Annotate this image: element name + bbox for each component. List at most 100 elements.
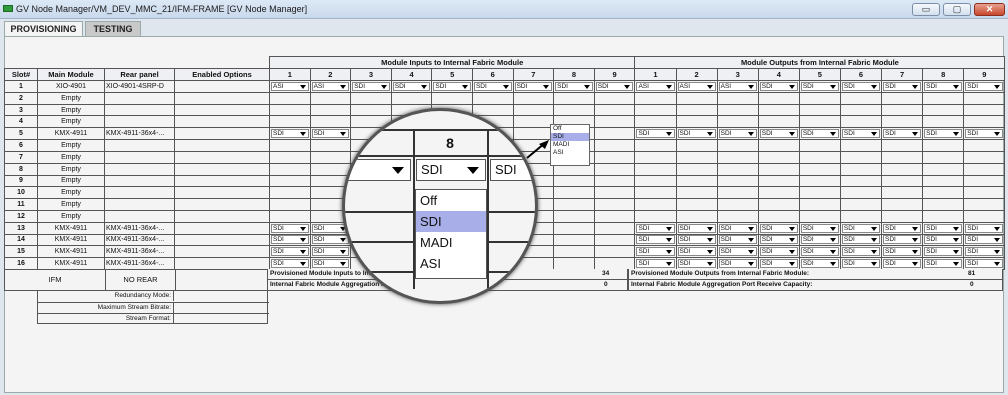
output-select[interactable]: SDI: [718, 223, 757, 233]
output-select[interactable]: SDI: [924, 247, 963, 257]
magnified-select-right[interactable]: SDI: [490, 159, 535, 181]
output-select[interactable]: SDI: [841, 247, 881, 257]
input-cell: [553, 257, 595, 270]
magnified-option[interactable]: Off: [416, 190, 486, 211]
output-select[interactable]: SDI: [841, 235, 881, 245]
enabled-options: [174, 139, 270, 152]
input-8-dropdown-list[interactable]: Off SDI MADI ASI: [550, 124, 590, 166]
close-icon[interactable]: ✕: [974, 3, 1005, 16]
output-select[interactable]: SDI: [965, 259, 1004, 269]
output-select[interactable]: SDI: [636, 259, 675, 269]
output-select[interactable]: SDI: [636, 247, 675, 257]
output-cell: [716, 91, 759, 105]
output-select[interactable]: SDI: [883, 235, 922, 245]
input-select[interactable]: SDI: [311, 129, 350, 139]
magnified-option[interactable]: SDI: [416, 211, 486, 232]
output-select[interactable]: SDI: [759, 129, 798, 139]
output-select[interactable]: SDI: [924, 259, 963, 269]
input-select[interactable]: SDI: [595, 81, 634, 91]
output-select[interactable]: SDI: [924, 223, 963, 233]
output-select[interactable]: ASI: [677, 81, 716, 91]
output-select[interactable]: SDI: [759, 247, 798, 257]
output-select[interactable]: SDI: [759, 223, 798, 233]
input-select[interactable]: SDI: [473, 81, 512, 91]
output-select[interactable]: SDI: [965, 81, 1004, 91]
output-select[interactable]: SDI: [759, 235, 798, 245]
input-select[interactable]: SDI: [271, 235, 309, 245]
output-select[interactable]: SDI: [924, 235, 963, 245]
output-select[interactable]: SDI: [965, 247, 1004, 257]
output-select[interactable]: SDI: [800, 223, 839, 233]
output-select[interactable]: SDI: [636, 129, 675, 139]
input-select[interactable]: SDI: [433, 81, 471, 91]
tab-testing[interactable]: TESTING: [85, 21, 141, 36]
input-select[interactable]: ASI: [311, 81, 350, 91]
maximize-icon[interactable]: ▢: [943, 3, 971, 16]
out-capacity-label: Internal Fabric Module Aggregation Port …: [628, 280, 1003, 291]
input-select[interactable]: ASI: [271, 81, 309, 91]
output-select[interactable]: SDI: [883, 81, 922, 91]
output-select[interactable]: SDI: [924, 129, 963, 139]
output-select[interactable]: SDI: [841, 259, 881, 269]
input-select[interactable]: SDI: [311, 259, 350, 269]
output-select[interactable]: SDI: [677, 223, 716, 233]
output-select[interactable]: SDI: [883, 223, 922, 233]
input-select[interactable]: SDI: [311, 247, 350, 257]
output-select[interactable]: SDI: [677, 235, 716, 245]
magnified-dropdown-list[interactable]: Off SDI MADI ASI: [415, 189, 487, 279]
minimize-icon[interactable]: ▭: [912, 3, 940, 16]
col-slot: Slot#: [4, 68, 38, 81]
output-select[interactable]: SDI: [965, 235, 1004, 245]
input-select[interactable]: SDI: [352, 81, 390, 91]
output-select[interactable]: SDI: [883, 259, 922, 269]
output-select[interactable]: SDI: [800, 129, 839, 139]
output-select[interactable]: SDI: [718, 235, 757, 245]
input-select[interactable]: SDI: [271, 129, 309, 139]
magnified-option[interactable]: MADI: [416, 232, 486, 253]
input-select[interactable]: SDI: [392, 81, 431, 91]
output-select[interactable]: SDI: [800, 81, 839, 91]
output-select[interactable]: SDI: [677, 247, 716, 257]
tab-provisioning[interactable]: PROVISIONING: [4, 21, 83, 36]
output-select[interactable]: SDI: [677, 259, 716, 269]
output-select[interactable]: SDI: [718, 129, 757, 139]
output-select[interactable]: ASI: [718, 81, 757, 91]
dropdown-option[interactable]: Off: [551, 125, 589, 133]
output-cell: [675, 186, 718, 200]
output-select[interactable]: SDI: [718, 259, 757, 269]
output-select[interactable]: SDI: [759, 259, 798, 269]
output-select[interactable]: SDI: [924, 81, 963, 91]
output-select[interactable]: SDI: [718, 247, 757, 257]
output-select[interactable]: SDI: [841, 223, 881, 233]
magnified-select-left[interactable]: [345, 159, 411, 181]
output-select[interactable]: SDI: [800, 247, 839, 257]
input-select[interactable]: SDI: [271, 223, 309, 233]
input-select[interactable]: SDI: [271, 259, 309, 269]
dropdown-option[interactable]: MADI: [551, 141, 589, 149]
app-icon: [3, 5, 13, 12]
output-select[interactable]: SDI: [800, 235, 839, 245]
output-select[interactable]: SDI: [677, 129, 716, 139]
output-select[interactable]: SDI: [883, 129, 922, 139]
output-cell: SDI: [757, 233, 800, 247]
output-select[interactable]: ASI: [636, 81, 675, 91]
output-select[interactable]: SDI: [636, 223, 675, 233]
dropdown-option[interactable]: ASI: [551, 149, 589, 157]
output-cell: SDI: [963, 80, 1006, 93]
magnified-option[interactable]: ASI: [416, 253, 486, 274]
output-select[interactable]: SDI: [965, 223, 1004, 233]
output-select[interactable]: SDI: [636, 235, 675, 245]
output-cell: [675, 103, 718, 117]
output-select[interactable]: SDI: [759, 81, 798, 91]
input-select[interactable]: SDI: [271, 247, 309, 257]
output-select[interactable]: SDI: [841, 129, 881, 139]
output-select[interactable]: SDI: [965, 129, 1004, 139]
input-select[interactable]: SDI: [311, 235, 350, 245]
dropdown-option[interactable]: SDI: [551, 133, 589, 141]
output-select[interactable]: SDI: [800, 259, 839, 269]
input-select[interactable]: SDI: [514, 81, 553, 91]
input-select[interactable]: SDI: [555, 81, 593, 91]
output-select[interactable]: SDI: [841, 81, 881, 91]
output-select[interactable]: SDI: [883, 247, 922, 257]
magnified-select[interactable]: SDI: [416, 159, 486, 181]
